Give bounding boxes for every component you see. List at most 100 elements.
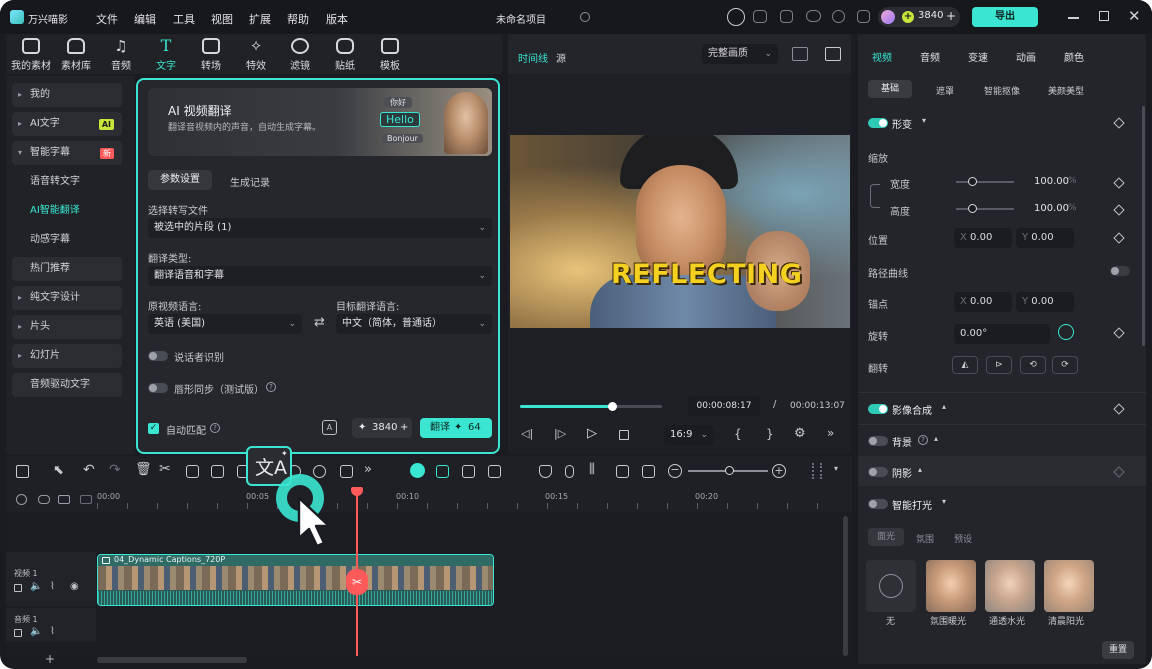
help-icon[interactable]: ? [918,435,928,445]
settings-gear-icon[interactable]: ⚙ [794,426,806,441]
menu-file[interactable]: 文件 [96,11,118,27]
height-slider[interactable] [956,208,1014,210]
track-lock-icon[interactable] [14,584,22,592]
zoom-slider-knob[interactable] [725,466,734,475]
width-value[interactable]: 100.00 [1034,176,1069,187]
undo-icon[interactable]: ↶ [83,462,95,478]
transform-toggle[interactable] [868,118,888,128]
maximize-icon[interactable] [1099,11,1109,21]
compositing-toggle[interactable] [868,404,888,414]
sidebar-item-popular[interactable]: 热门推荐 [12,257,122,281]
snapshot-icon[interactable] [462,465,475,478]
tool-library[interactable]: 素材库 [54,38,98,72]
tool-template[interactable]: 模板 [368,38,412,72]
translate-button[interactable]: 翻译 ✦ 64 [420,418,492,438]
shadow-toggle[interactable] [868,467,888,477]
track-link-icon[interactable]: ⌇ [50,581,55,592]
zoom-out-icon[interactable]: − [668,464,682,478]
compositing-section[interactable]: 影像合成 ▴ [858,392,1146,422]
reset-button[interactable]: 重置 [1102,641,1134,659]
more-controls-icon[interactable]: » [827,426,834,440]
position-y-input[interactable]: Y 0.00 [1016,228,1074,248]
preset-warm[interactable] [926,560,976,612]
ai-language-icon[interactable]: A [322,420,337,435]
position-keyframe-icon[interactable] [1113,232,1125,244]
width-slider-knob[interactable] [968,177,977,186]
file-select[interactable]: 被选中的片段 (1) ⌄ [148,218,492,238]
menu-extensions[interactable]: 扩展 [249,11,271,27]
height-slider-knob[interactable] [968,204,977,213]
select-pointer-icon[interactable]: ⬉ [53,463,64,478]
sidebar-item-ai-text[interactable]: ▸ AI文字 AI [12,112,122,136]
timeline-settings-icon[interactable] [16,494,27,505]
mark-in-icon[interactable]: { [734,427,742,441]
width-slider[interactable] [956,181,1014,183]
sidebar-item-mine[interactable]: ▸ 我的 [12,83,122,107]
transform-keyframe-icon[interactable] [1113,117,1125,129]
sidebar-item-text-design[interactable]: ▸ 纯文字设计 [12,286,122,310]
rotate-left-icon[interactable]: ⟲ [1020,356,1046,374]
flip-horizontal-icon[interactable]: ◭ [952,356,978,374]
tab-source[interactable]: 源 [556,50,566,65]
tab-video[interactable]: 视频 [872,49,892,64]
shadow-section[interactable]: 阴影 ▴ [858,456,1146,486]
marker-icon[interactable] [488,465,501,478]
flip-vertical-icon[interactable]: ⊳ [986,356,1012,374]
rotate-input[interactable]: 0.00° [954,324,1050,344]
save-icon[interactable] [780,10,793,23]
playback-progress[interactable] [520,402,662,411]
menu-tools[interactable]: 工具 [173,11,195,27]
credits-pill[interactable]: + 3840 + [878,7,960,27]
anchor-x-input[interactable]: X 0.00 [954,292,1012,312]
quality-select[interactable]: 完整画质 ⌄ [702,44,778,64]
position-x-input[interactable]: X 0.00 [954,228,1012,248]
split-scissors-icon[interactable]: ✂ [159,461,171,477]
track-audio-icon[interactable]: 🔈 [30,626,42,637]
height-keyframe-icon[interactable] [1113,204,1125,216]
layout-grid-icon[interactable] [16,465,29,478]
track-link-icon[interactable]: ⌇ [50,626,55,637]
help-icon[interactable]: ? [266,382,276,392]
playhead-split-icon[interactable]: ✂ [346,569,368,595]
tool-my-media[interactable]: 我的素材 [9,38,53,72]
path-curve-toggle[interactable] [1110,266,1130,276]
auto-match-checkbox[interactable]: ✓ [148,423,159,434]
smart-lighting-toggle[interactable] [868,499,888,509]
lipsync-toggle[interactable] [148,383,168,393]
background-toggle[interactable] [868,436,888,446]
tab-history[interactable]: 生成记录 [230,174,270,189]
sidebar-item-smart-captions[interactable]: ▾ 智能字幕新 [12,141,122,165]
sidebar-item-dynamic-captions[interactable]: 动感字幕 [12,228,122,252]
speaker-toggle[interactable] [148,351,168,361]
inspector-scrollbar[interactable] [1142,106,1145,346]
tool-effects[interactable]: ✧ 特效 [234,38,278,72]
color-match-icon[interactable] [313,465,326,478]
tab-color[interactable]: 颜色 [1064,49,1084,64]
tool-text[interactable]: T 文字 [144,38,188,73]
minimize-icon[interactable] [1068,17,1079,19]
crop-icon[interactable] [186,465,199,478]
zoom-in-icon[interactable]: + [772,464,786,478]
preset-morning[interactable] [1044,560,1094,612]
timeline-h-scrollbar[interactable] [97,657,247,663]
track-audio-icon[interactable]: 🔈 [30,581,42,592]
link-icon[interactable] [38,495,50,504]
ai-portrait-icon[interactable] [340,465,353,478]
mark-out-icon[interactable]: } [766,427,774,441]
subtab-smart-cutout[interactable]: 智能抠像 [984,84,1020,97]
tool-sticker[interactable]: 贴纸 [323,38,367,72]
close-icon[interactable]: ✕ [1128,7,1141,25]
translation-type-select[interactable]: 翻译语音和字幕 ⌄ [148,266,492,286]
tab-animation[interactable]: 动画 [1016,49,1036,64]
grid-view-icon[interactable] [792,47,808,61]
lighting-tab-ambient[interactable]: 氛围 [916,532,934,545]
height-value[interactable]: 100.00 [1034,203,1069,214]
menu-edit[interactable]: 编辑 [134,11,156,27]
subtab-beauty[interactable]: 美颜美型 [1048,84,1084,97]
sidebar-item-opener[interactable]: ▸ 片头 [12,315,122,339]
swap-languages-icon[interactable]: ⇄ [314,315,325,330]
width-keyframe-icon[interactable] [1113,177,1125,189]
menu-view[interactable]: 视图 [211,11,233,27]
add-track-icon[interactable]: + [45,652,55,666]
video-clip[interactable]: 04_Dynamic Captions_720P [97,554,494,606]
